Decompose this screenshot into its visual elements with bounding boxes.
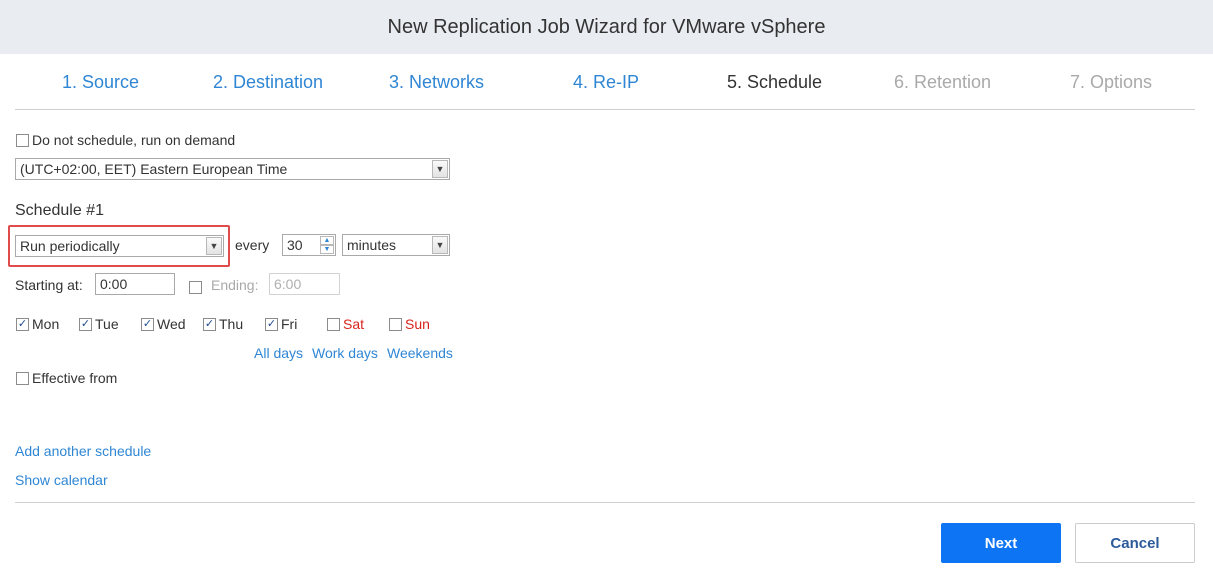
step-options: 7. Options: [1070, 72, 1153, 92]
next-button[interactable]: Next: [941, 523, 1061, 563]
day-tue-label: Tue: [95, 316, 119, 332]
step-destination[interactable]: 2. Destination: [213, 72, 323, 93]
timezone-select[interactable]: (UTC+02:00, EET) Eastern European Time ▼: [15, 158, 450, 180]
ending-value: 6:00: [274, 276, 302, 292]
effective-from-label: Effective from: [32, 370, 118, 386]
cancel-button[interactable]: Cancel: [1075, 523, 1195, 563]
day-wed-checkbox[interactable]: [141, 318, 154, 331]
arrow-down-icon[interactable]: ▼: [320, 245, 334, 254]
ending-input: 6:00: [269, 273, 340, 295]
step-source[interactable]: 1. Source: [62, 72, 139, 93]
all-days-link[interactable]: All days: [254, 345, 303, 361]
schedule-mode-value: Run periodically: [20, 238, 120, 254]
step-re-ip[interactable]: 4. Re-IP: [573, 72, 639, 93]
footer-divider: [15, 502, 1195, 503]
day-mon-label: Mon: [32, 316, 60, 332]
interval-unit-select[interactable]: minutes ▼: [342, 234, 450, 256]
interval-unit-value: minutes: [347, 237, 397, 253]
weekends-link[interactable]: Weekends: [387, 345, 453, 361]
chevron-down-icon: ▼: [432, 160, 448, 178]
wizard-steps: 1. Source 2. Destination 3. Networks 4. …: [15, 64, 1195, 110]
day-wed-label: Wed: [157, 316, 186, 332]
starting-at-label: Starting at:: [15, 277, 83, 293]
day-sun-label: Sun: [405, 316, 430, 332]
starting-at-input[interactable]: 0:00: [95, 273, 175, 295]
ending-checkbox[interactable]: [189, 281, 202, 294]
day-fri-checkbox[interactable]: [265, 318, 278, 331]
on-demand-label: Do not schedule, run on demand: [32, 132, 236, 148]
schedule-mode-select[interactable]: Run periodically ▼: [15, 235, 224, 257]
show-calendar-link[interactable]: Show calendar: [15, 472, 108, 488]
work-days-link[interactable]: Work days: [312, 345, 378, 361]
on-demand-checkbox[interactable]: [16, 134, 29, 147]
interval-stepper[interactable]: 30 ▲ ▼: [282, 234, 336, 256]
day-thu-checkbox[interactable]: [203, 318, 216, 331]
day-mon-checkbox[interactable]: [16, 318, 29, 331]
schedule-heading: Schedule #1: [15, 202, 104, 219]
day-thu-label: Thu: [219, 316, 244, 332]
ending-label: Ending:: [211, 277, 259, 293]
day-sun-checkbox[interactable]: [389, 318, 402, 331]
day-tue-checkbox[interactable]: [79, 318, 92, 331]
day-sat-label: Sat: [343, 316, 365, 332]
day-fri-label: Fri: [281, 316, 298, 332]
every-label: every: [235, 237, 270, 253]
wizard-title-bar: New Replication Job Wizard for VMware vS…: [0, 0, 1213, 54]
day-sat-checkbox[interactable]: [327, 318, 340, 331]
add-schedule-link[interactable]: Add another schedule: [15, 443, 151, 459]
effective-from-checkbox[interactable]: [16, 372, 29, 385]
step-networks[interactable]: 3. Networks: [389, 72, 484, 93]
step-schedule[interactable]: 5. Schedule: [727, 72, 822, 93]
step-retention: 6. Retention: [894, 72, 992, 92]
wizard-title: New Replication Job Wizard for VMware vS…: [387, 15, 826, 38]
interval-value: 30: [287, 237, 303, 253]
starting-at-value: 0:00: [100, 276, 128, 292]
timezone-value: (UTC+02:00, EET) Eastern European Time: [20, 161, 288, 177]
chevron-down-icon: ▼: [206, 237, 222, 255]
chevron-down-icon: ▼: [432, 236, 448, 254]
